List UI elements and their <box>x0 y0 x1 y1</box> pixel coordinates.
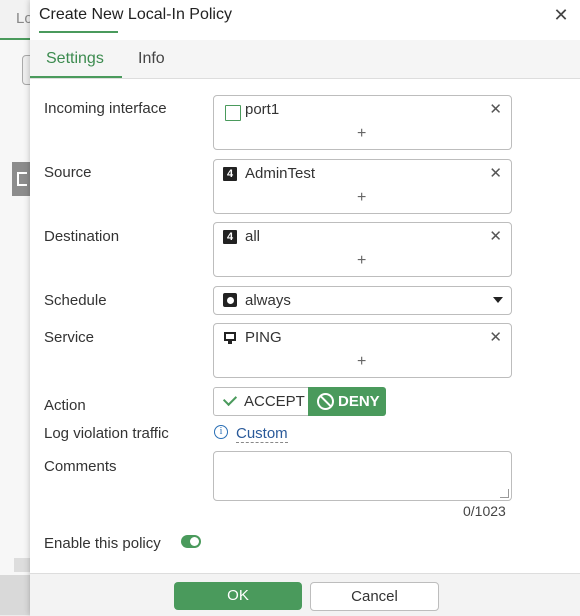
schedule-value: always <box>245 292 291 309</box>
action-toggle-group: ACCEPT DENY <box>213 387 386 416</box>
enable-policy-label: Enable this policy <box>44 535 161 552</box>
ok-button[interactable]: OK <box>174 582 302 610</box>
address-icon: 4 <box>223 230 237 244</box>
log-violation-custom-link[interactable]: Custom <box>236 425 288 443</box>
source-label: Source <box>44 164 92 181</box>
dialog-title-bar: Create New Local-In Policy ✕ <box>30 0 580 40</box>
source-field[interactable]: 4 AdminTest ✕ + <box>213 159 512 214</box>
tab-info[interactable]: Info <box>138 50 165 68</box>
remove-destination-icon[interactable]: ✕ <box>489 227 502 245</box>
toggle-knob <box>190 537 199 546</box>
add-source-icon[interactable]: + <box>357 189 366 207</box>
enable-policy-toggle[interactable] <box>181 535 201 548</box>
service-icon <box>224 332 236 344</box>
background-panel <box>0 40 30 575</box>
add-service-icon[interactable]: + <box>357 353 366 371</box>
schedule-label: Schedule <box>44 292 107 309</box>
accept-label: ACCEPT <box>244 393 305 410</box>
destination-label: Destination <box>44 228 120 245</box>
dialog-footer: OK Cancel <box>30 573 580 616</box>
remove-source-icon[interactable]: ✕ <box>489 164 502 182</box>
dialog-title: Create New Local-In Policy <box>39 6 232 23</box>
service-field[interactable]: PING ✕ + <box>213 323 512 378</box>
port-icon <box>225 105 241 121</box>
background-tab: Lo <box>0 0 33 40</box>
address-icon: 4 <box>223 167 237 181</box>
tab-settings[interactable]: Settings <box>46 50 104 68</box>
cancel-button[interactable]: Cancel <box>310 582 439 611</box>
resize-grip-icon[interactable] <box>500 489 509 498</box>
schedule-icon <box>223 293 237 307</box>
ban-icon <box>317 393 334 410</box>
remove-service-icon[interactable]: ✕ <box>489 328 502 346</box>
chevron-down-icon <box>493 297 503 303</box>
incoming-interface-value: port1 <box>245 101 280 118</box>
source-value: AdminTest <box>245 165 316 182</box>
log-violation-label: Log violation traffic <box>44 425 169 442</box>
accept-button[interactable]: ACCEPT <box>213 387 309 416</box>
comments-char-counter: 0/1023 <box>463 503 506 519</box>
title-underline <box>39 31 118 33</box>
incoming-interface-field[interactable]: port1 ✕ + <box>213 95 512 150</box>
deny-button[interactable]: DENY <box>308 387 386 416</box>
comments-textarea[interactable] <box>213 451 512 501</box>
comments-label: Comments <box>44 458 117 475</box>
check-icon <box>222 391 238 407</box>
add-incoming-interface-icon[interactable]: + <box>357 125 366 143</box>
remove-incoming-interface-icon[interactable]: ✕ <box>489 100 502 118</box>
destination-value: all <box>245 228 261 245</box>
create-local-in-policy-dialog: Create New Local-In Policy ✕ Settings In… <box>30 0 580 616</box>
tab-bar: Settings Info <box>30 40 580 79</box>
service-label: Service <box>44 329 95 346</box>
info-icon: i <box>214 425 228 439</box>
background-scrollbar <box>14 558 30 572</box>
deny-label: DENY <box>338 393 380 410</box>
background-sidebar-block <box>12 162 30 196</box>
destination-field[interactable]: 4 all ✕ + <box>213 222 512 277</box>
add-destination-icon[interactable]: + <box>357 252 366 270</box>
schedule-select[interactable]: always <box>213 286 512 315</box>
service-value: PING <box>245 329 282 346</box>
action-label: Action <box>44 397 86 414</box>
close-icon[interactable]: ✕ <box>552 6 570 24</box>
active-tab-indicator <box>30 76 122 78</box>
incoming-interface-label: Incoming interface <box>44 100 167 117</box>
